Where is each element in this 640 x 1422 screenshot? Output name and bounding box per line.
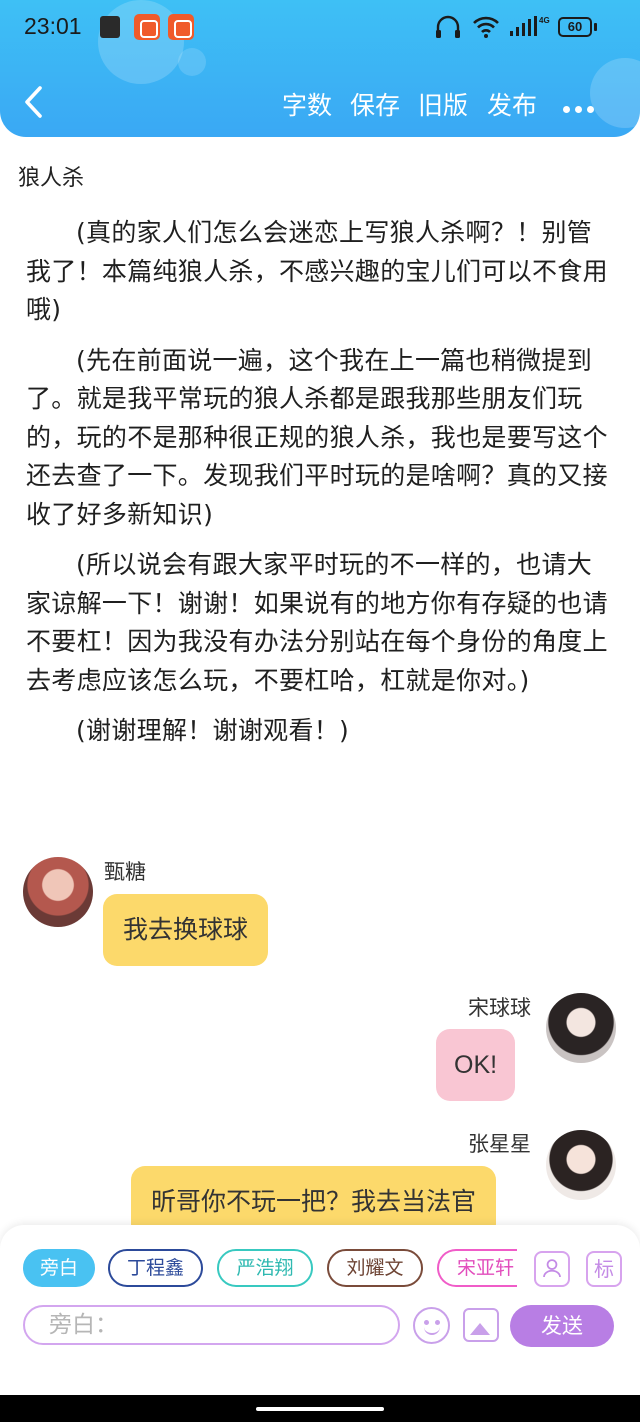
role-chip-yan[interactable]: 严浩翔 [217,1249,313,1287]
paragraph: (所以说会有跟大家平时玩的不一样的，也请大家谅解一下！谢谢！如果说有的地方你有存… [26,550,608,695]
sender-name: 甄糖 [104,860,146,884]
paragraph: (真的家人们怎么会迷恋上写狼人杀啊？！别管我了！本篇纯狼人杀，不感兴趣的宝儿们可… [26,218,608,324]
network-type: 4G [539,16,550,25]
image-icon[interactable] [463,1308,499,1342]
back-arrow-icon[interactable] [18,82,54,122]
role-manage-icon[interactable] [534,1251,570,1287]
avatar[interactable] [546,993,616,1063]
document-body[interactable]: (真的家人们怎么会迷恋上写狼人杀啊？！别管我了！本篇纯狼人杀，不感兴趣的宝儿们可… [26,214,611,763]
old-version-button[interactable]: 旧版 [418,86,468,122]
signal-icon: 4G [510,16,550,36]
home-indicator[interactable] [256,1407,384,1411]
tag-icon[interactable]: 标 [586,1251,622,1287]
save-button[interactable]: 保存 [350,86,400,122]
paragraph: (谢谢理解！谢谢观看！) [76,716,350,745]
composer-panel: 旁白 丁程鑫 严浩翔 刘耀文 宋亚轩 标 旁白： 发送 [0,1225,640,1395]
battery-tip [594,23,597,31]
role-chip-song[interactable]: 宋亚轩 [437,1249,517,1287]
app-notification-icon [134,14,160,40]
role-chip-liu[interactable]: 刘耀文 [327,1249,423,1287]
wifi-icon [473,16,499,38]
avatar[interactable] [546,1130,616,1200]
system-nav-bar [0,1395,640,1422]
sender-name: 宋球球 [468,996,531,1020]
app-header: 23:01 4G 60 字数 保存 旧版 发布 [0,0,640,137]
role-chip-narrator[interactable]: 旁白 [23,1249,95,1287]
composer-input[interactable]: 旁白： [23,1305,400,1345]
battery-icon: 60 [558,17,592,37]
word-count-button[interactable]: 字数 [282,86,332,122]
avatar[interactable] [23,857,93,927]
publish-button[interactable]: 发布 [487,86,537,122]
sender-name: 张星星 [468,1132,531,1156]
role-chip-ding[interactable]: 丁程鑫 [108,1249,203,1287]
send-button[interactable]: 发送 [510,1305,614,1347]
paragraph: (先在前面说一遍，这个我在上一篇也稍微提到了。就是我平常玩的狼人杀都是跟我那些朋… [26,345,608,529]
status-bar: 23:01 4G 60 [0,0,640,54]
status-time: 23:01 [24,13,82,39]
notes-notification-icon [100,16,120,38]
chat-bubble[interactable]: 我去换球球 [103,894,269,966]
editor-toolbar: 字数 保存 旧版 发布 [0,72,640,136]
chat-bubble[interactable]: OK! [436,1029,516,1101]
emoji-icon[interactable] [413,1307,450,1344]
headset-icon [436,15,460,38]
document-title[interactable]: 狼人杀 [18,160,84,192]
more-icon[interactable] [563,98,599,113]
app-notification-icon [168,14,194,40]
